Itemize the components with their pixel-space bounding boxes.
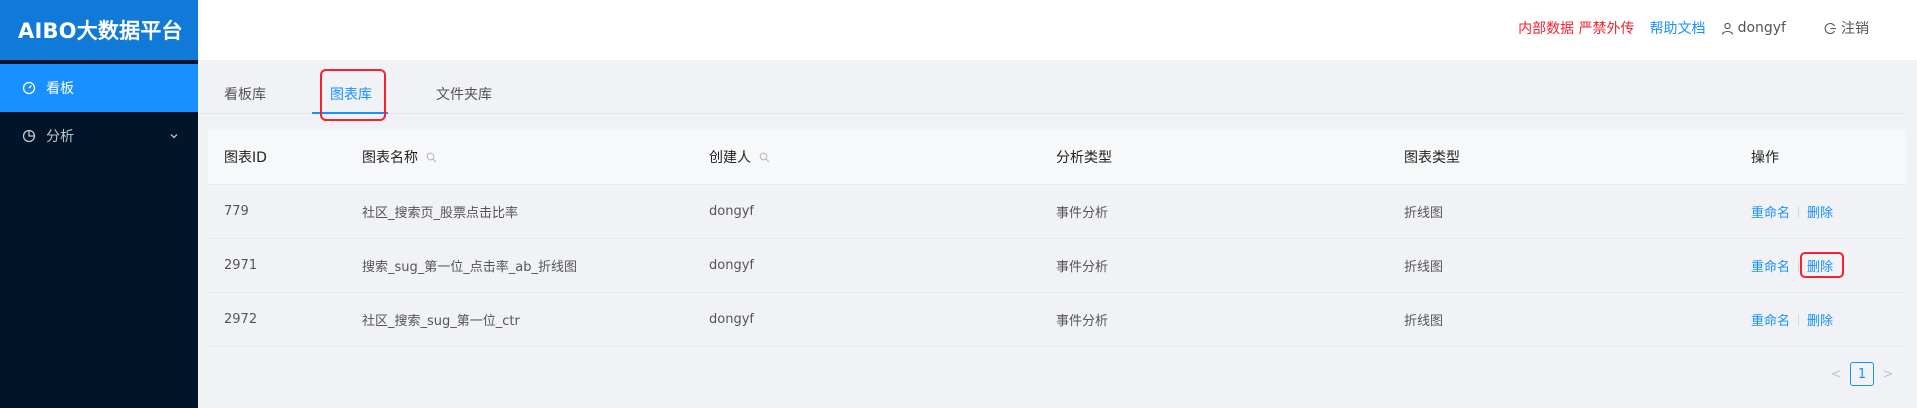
prev-page-button[interactable]: < xyxy=(1827,367,1845,382)
chart-name-cell: 社区_搜索页_股票点击比率 xyxy=(362,206,519,221)
sidebar: AIBO大数据平台 看板 分析 xyxy=(0,0,198,408)
user-icon xyxy=(1721,22,1733,35)
actions-cell: 重命名 删除 xyxy=(1751,293,1833,346)
column-header-name[interactable]: 图表名称 xyxy=(362,130,437,184)
chart-type-cell: 折线图 xyxy=(1404,260,1444,275)
delete-button[interactable]: 删除 xyxy=(1807,310,1833,329)
column-header-label: 创建人 xyxy=(709,150,751,166)
rename-button[interactable]: 重命名 xyxy=(1751,256,1790,275)
column-header-analysis-type: 分析类型 xyxy=(1056,150,1112,166)
creator-cell: dongyf xyxy=(709,258,754,273)
creator-cell: dongyf xyxy=(709,312,754,327)
table-row: 2971 搜索_sug_第一位_点击率_ab_折线图 dongyf 事件分析 折… xyxy=(208,239,1906,293)
highlight-box-tab xyxy=(320,69,386,121)
chart-table: 图表ID 图表名称 创建人 分析类型 图表类型 操作 779 社区_搜索页_股票… xyxy=(208,130,1906,347)
chart-id-cell: 2971 xyxy=(224,258,258,273)
highlight-box-delete xyxy=(1800,252,1844,278)
table-header-row: 图表ID 图表名称 创建人 分析类型 图表类型 操作 xyxy=(208,130,1906,185)
search-icon[interactable] xyxy=(426,152,437,163)
chart-type-cell: 折线图 xyxy=(1404,314,1444,329)
tab-folder-library[interactable]: 文件夹库 xyxy=(436,84,492,104)
sidebar-item-dashboard[interactable]: 看板 xyxy=(0,64,198,112)
sidebar-item-label: 看板 xyxy=(46,81,74,97)
analysis-type-cell: 事件分析 xyxy=(1056,260,1109,275)
chart-id-cell: 2972 xyxy=(224,312,258,327)
column-header-creator[interactable]: 创建人 xyxy=(709,130,770,184)
rename-button[interactable]: 重命名 xyxy=(1751,310,1790,329)
pagination: < 1 > xyxy=(1827,362,1897,386)
action-divider xyxy=(1798,205,1800,218)
chart-type-cell: 折线图 xyxy=(1404,206,1444,221)
confidential-notice: 内部数据 严禁外传 xyxy=(1518,21,1635,37)
library-tabs: 看板库 图表库 文件夹库 xyxy=(198,72,1905,114)
chart-name-cell: 搜索_sug_第一位_点击率_ab_折线图 xyxy=(362,260,577,275)
search-icon[interactable] xyxy=(759,152,770,163)
dashboard-icon xyxy=(22,81,36,95)
help-docs-link[interactable]: 帮助文档 xyxy=(1650,18,1706,38)
table-row: 2972 社区_搜索_sug_第一位_ctr dongyf 事件分析 折线图 重… xyxy=(208,293,1906,347)
delete-button[interactable]: 删除 xyxy=(1807,202,1833,221)
next-page-button[interactable]: > xyxy=(1879,367,1897,382)
chevron-down-icon[interactable] xyxy=(168,130,180,142)
sidebar-item-label: 分析 xyxy=(46,129,74,145)
analysis-type-cell: 事件分析 xyxy=(1056,314,1109,329)
chart-id-cell: 779 xyxy=(224,204,249,219)
action-divider xyxy=(1798,259,1800,272)
tab-dashboard-library[interactable]: 看板库 xyxy=(224,84,266,104)
pie-chart-icon xyxy=(22,129,36,143)
logout-icon xyxy=(1824,22,1836,34)
chart-name-cell: 社区_搜索_sug_第一位_ctr xyxy=(362,314,520,329)
page-number-button[interactable]: 1 xyxy=(1850,362,1874,386)
actions-cell: 重命名 删除 xyxy=(1751,185,1833,238)
sidebar-item-analysis[interactable]: 分析 xyxy=(0,112,198,160)
column-header-chart-type: 图表类型 xyxy=(1404,150,1460,166)
app-logo[interactable]: AIBO大数据平台 xyxy=(0,0,198,60)
action-divider xyxy=(1798,313,1800,326)
username: dongyf xyxy=(1737,20,1786,36)
creator-cell: dongyf xyxy=(709,204,754,219)
top-header: 内部数据 严禁外传 帮助文档 dongyf 注销 xyxy=(198,0,1917,60)
column-header-label: 图表名称 xyxy=(362,150,418,166)
logout-button[interactable]: 注销 xyxy=(1824,18,1869,38)
column-header-actions: 操作 xyxy=(1751,150,1779,166)
logout-label: 注销 xyxy=(1841,21,1869,37)
rename-button[interactable]: 重命名 xyxy=(1751,202,1790,221)
analysis-type-cell: 事件分析 xyxy=(1056,206,1109,221)
user-menu[interactable]: dongyf xyxy=(1721,20,1786,36)
table-row: 779 社区_搜索页_股票点击比率 dongyf 事件分析 折线图 重命名 删除 xyxy=(208,185,1906,239)
column-header-id: 图表ID xyxy=(224,150,267,166)
